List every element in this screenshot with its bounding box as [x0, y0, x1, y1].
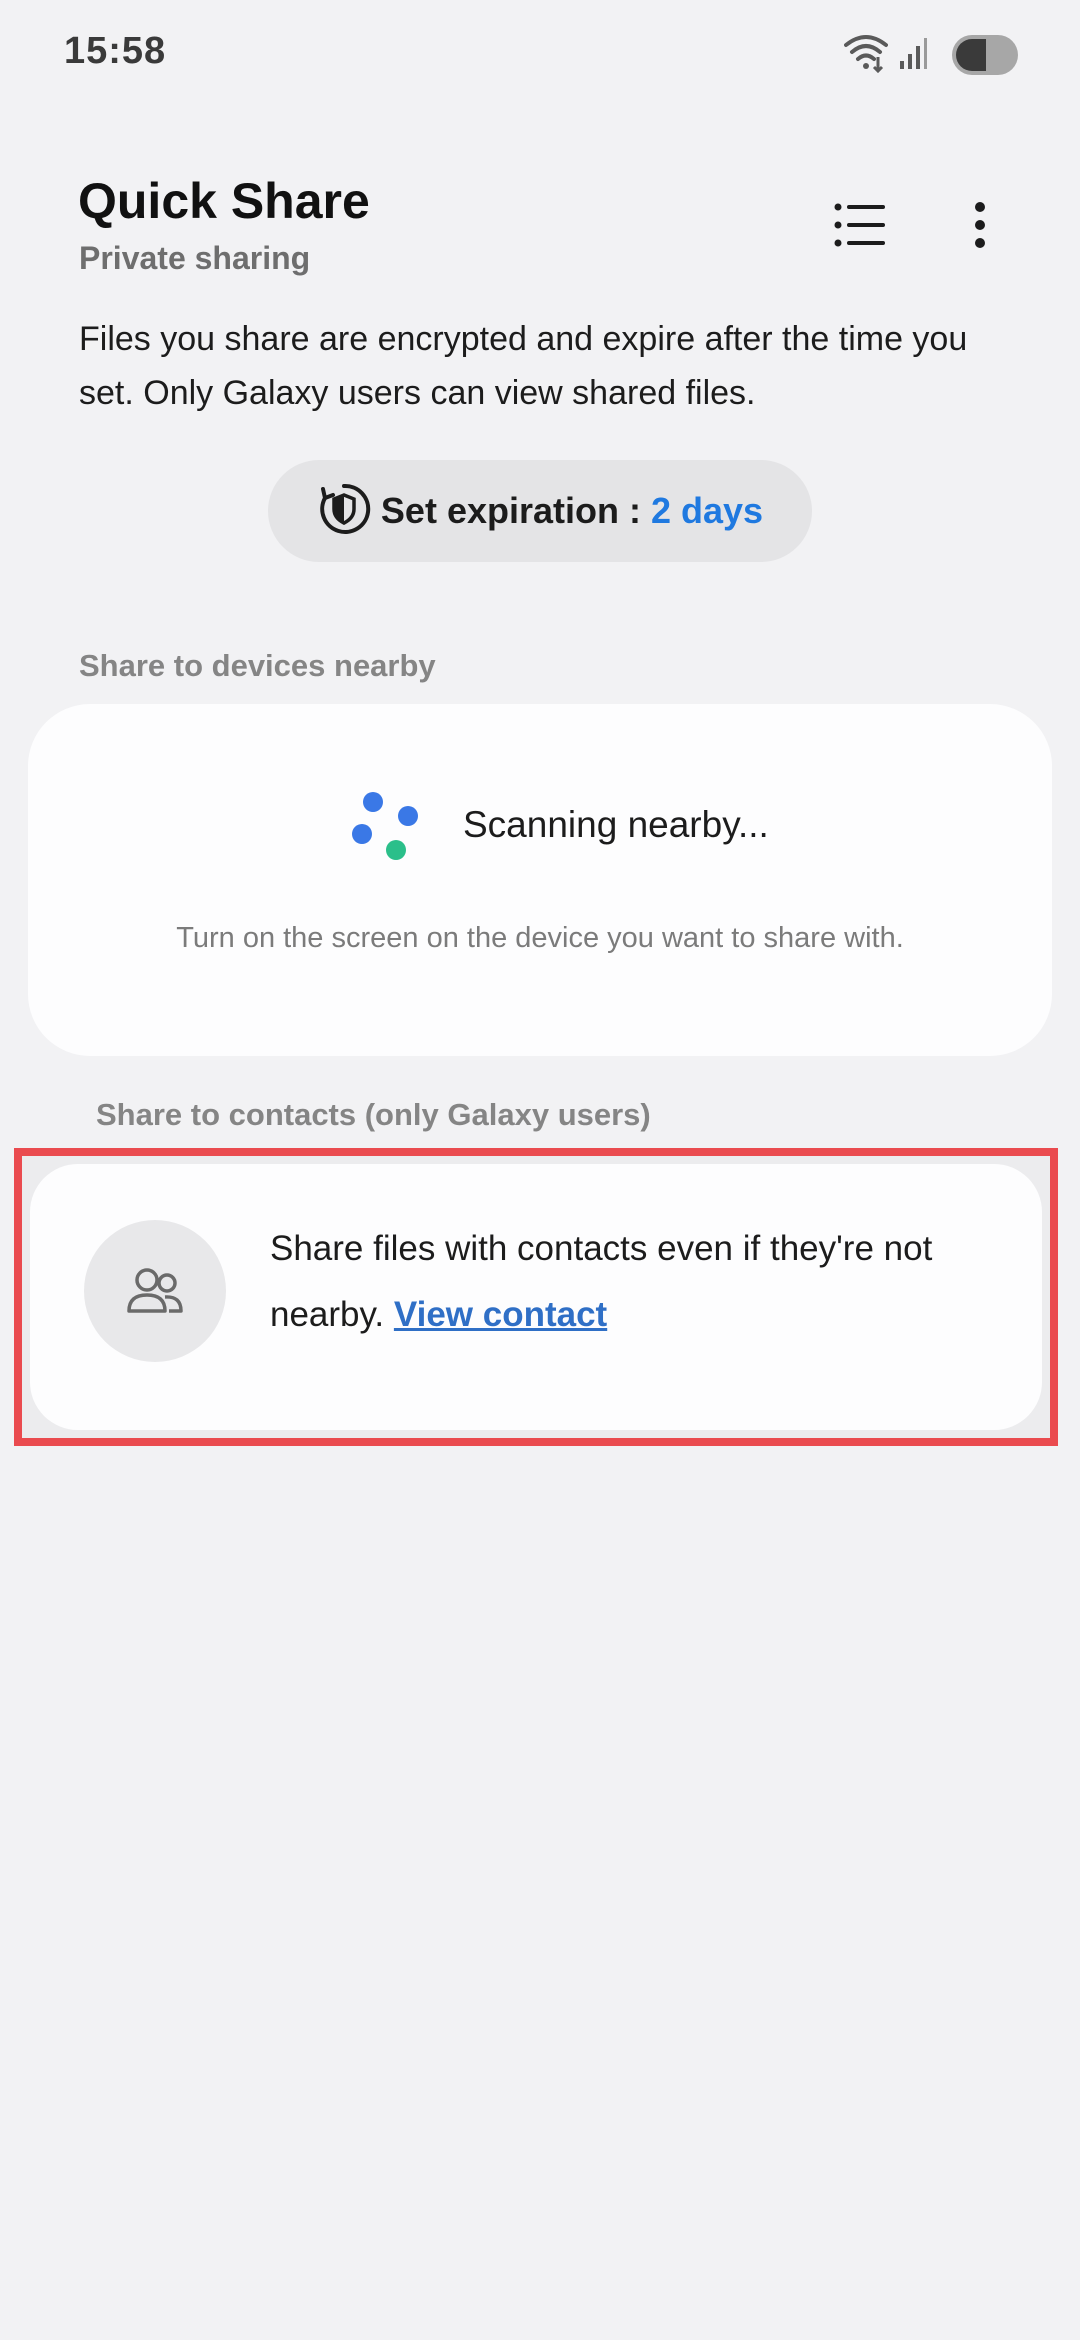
status-icons — [844, 30, 1018, 80]
scanning-icon — [318, 784, 428, 894]
list-icon — [834, 203, 885, 247]
expiration-label: Set expiration : — [380, 490, 641, 531]
more-vertical-icon — [975, 202, 985, 248]
contacts-section-label: Share to contacts (only Galaxy users) — [96, 1097, 651, 1132]
privacy-description: Files you share are encrypted and expire… — [79, 320, 968, 412]
people-icon — [127, 1268, 183, 1313]
contacts-description: Share files with contacts even if they'r… — [270, 1216, 1010, 1348]
view-contact-link[interactable]: View contact — [394, 1295, 607, 1334]
set-expiration-button[interactable]: Set expiration : 2 days — [268, 460, 812, 562]
page-title: Quick Share — [78, 173, 370, 229]
contacts-avatar — [84, 1220, 226, 1362]
page-subtitle: Private sharing — [79, 240, 311, 276]
nearby-devices-card: Scanning nearby... Turn on the screen on… — [28, 704, 1052, 1056]
list-button[interactable] — [830, 195, 890, 255]
more-options-button[interactable] — [950, 195, 1010, 255]
expiration-value: 2 days — [650, 490, 764, 531]
scanning-status: Scanning nearby... — [463, 804, 769, 845]
shield-timer-icon — [317, 482, 371, 541]
signal-icon — [898, 35, 928, 76]
status-bar: 15:58 — [0, 0, 1080, 110]
contacts-card[interactable]: Share files with contacts even if they'r… — [30, 1164, 1042, 1430]
battery-icon — [952, 35, 1018, 75]
nearby-section-label: Share to devices nearby — [79, 648, 436, 683]
status-time: 15:58 — [64, 30, 167, 72]
scanning-hint: Turn on the screen on the device you wan… — [176, 922, 904, 954]
wifi-icon — [844, 33, 888, 78]
header-actions — [830, 195, 1010, 255]
